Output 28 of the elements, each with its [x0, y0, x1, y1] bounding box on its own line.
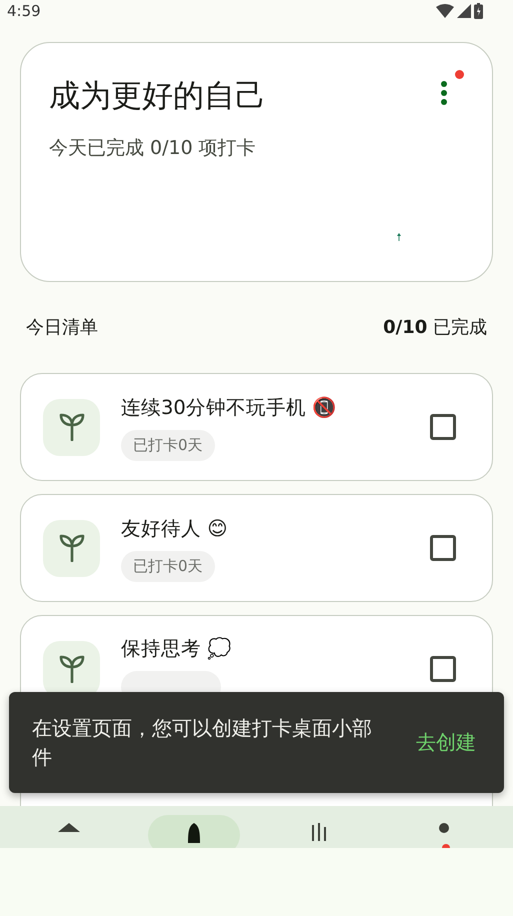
checkbox[interactable] [430, 656, 456, 682]
arrow-icon [397, 232, 401, 241]
task-title: 友好待人 😊 [121, 516, 228, 542]
wifi-icon [436, 4, 454, 18]
completion-count: 0/10 已完成 [383, 316, 487, 340]
sprout-icon [58, 655, 84, 683]
task-card[interactable]: 连续30分钟不玩手机 📵 已打卡0天 [20, 373, 493, 481]
streak-badge: 已打卡0天 [121, 550, 215, 582]
checkbox[interactable] [430, 535, 456, 561]
more-menu-icon[interactable] [441, 80, 447, 105]
task-title: 连续30分钟不玩手机 📵 [121, 394, 336, 420]
task-card[interactable]: 友好待人 😊 已打卡0天 [20, 494, 493, 602]
nav-tab[interactable] [148, 815, 240, 848]
task-title: 保持思考 💭 [121, 636, 232, 662]
home-icon [58, 823, 80, 832]
signal-icon [457, 4, 471, 18]
completion-summary: 今天已完成 0/10 项打卡 [49, 136, 257, 161]
bell-icon [188, 823, 200, 843]
create-action-link[interactable]: 去创建 [416, 729, 476, 756]
header-title: 成为更好的自己 [49, 76, 266, 116]
streak-badge: 已打卡0天 [121, 430, 215, 460]
sprout-icon [58, 413, 84, 441]
section-title: 今日清单 [26, 316, 98, 340]
battery-icon [474, 2, 483, 19]
chart-icon [312, 823, 326, 841]
sprout-icon [58, 534, 84, 562]
checkbox[interactable] [430, 414, 456, 440]
status-time: 4:59 [7, 2, 41, 20]
